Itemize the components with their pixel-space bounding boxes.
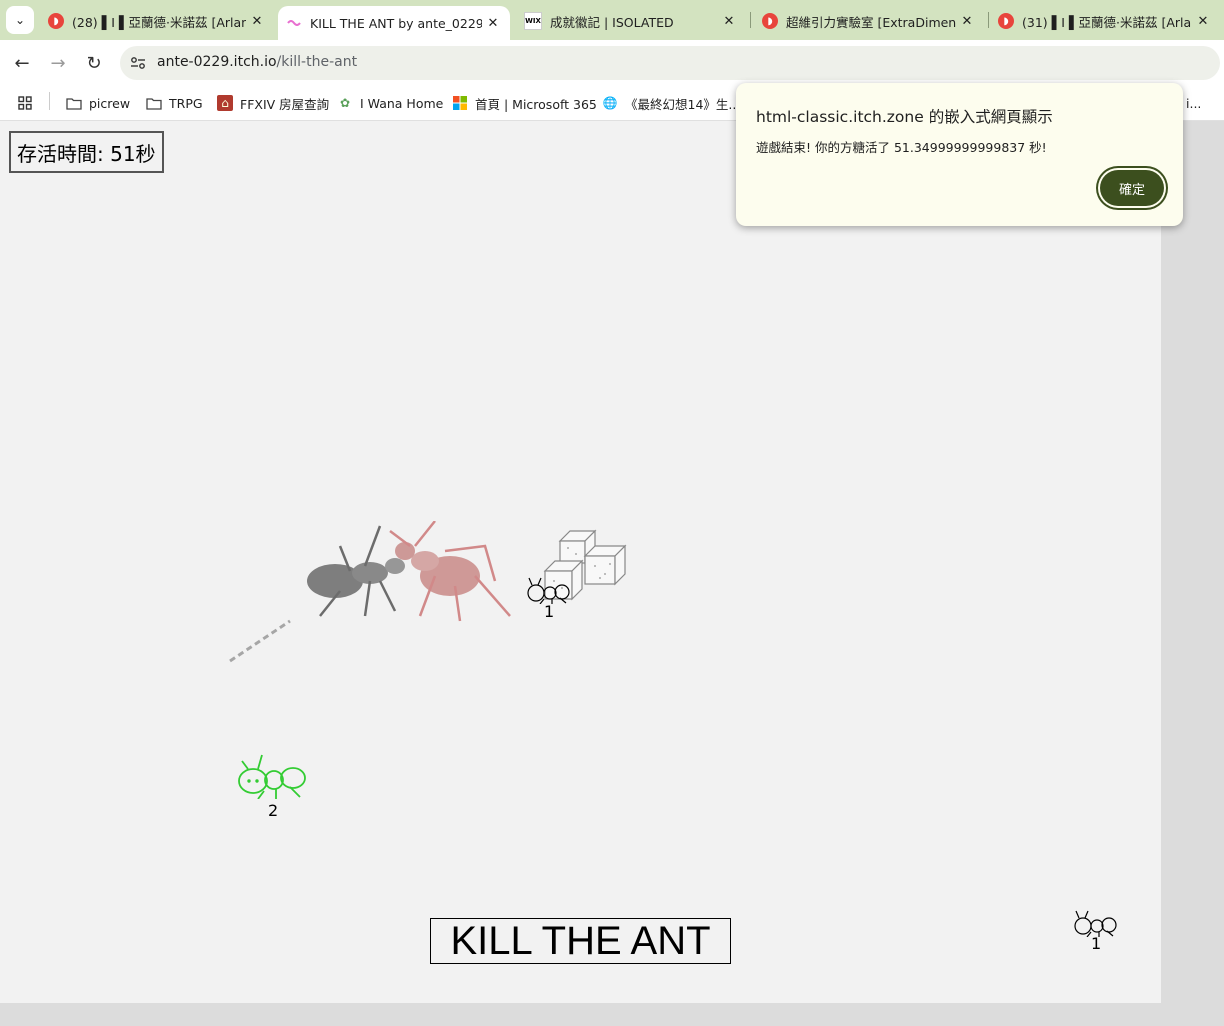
ant-hp-label: 1 [1091,934,1102,953]
apps-button[interactable] [17,92,40,114]
reload-button[interactable]: ↻ [79,48,109,78]
close-icon[interactable]: ✕ [718,14,740,29]
bookmark-label: i... [1186,95,1202,111]
bookmark-label: 首頁 | Microsoft 365 [475,96,597,112]
bookmark-label: FFXIV 房屋查詢 [240,96,330,112]
wix-favicon-icon: WIX [524,12,542,30]
green-ant-player-icon[interactable] [236,753,310,799]
ant-hp-label: 2 [268,801,279,820]
site-favicon-icon: ◗ [998,13,1014,29]
bookmark-overflow[interactable]: i... [1186,92,1201,114]
tab-search-button[interactable]: ⌄ [6,6,34,34]
dialog-title: html-classic.itch.zone 的嵌入式網頁顯示 [756,108,1053,126]
leaf-icon: ✿ [339,96,351,110]
bookmark-label: 《最終幻想14》生... [625,96,741,112]
folder-icon [66,95,82,111]
site-settings-icon[interactable] [128,53,148,73]
microsoft-logo-icon [452,95,468,111]
tab-separator [988,12,989,28]
itch-favicon-icon [286,15,302,31]
tab-3[interactable]: WIX 成就徽記 | ISOLATED ✕ [516,4,746,38]
reload-icon: ↻ [86,52,102,74]
globe-icon: 🌐 [602,96,618,110]
site-favicon-icon: ◗ [48,13,64,29]
forward-button[interactable]: → [43,48,73,78]
ok-button[interactable]: 確定 [1100,170,1164,206]
site-favicon-icon: ◗ [762,13,778,29]
alert-dialog: html-classic.itch.zone 的嵌入式網頁顯示 遊戲結束! 你的… [736,83,1183,226]
bookmark-label: I Wana Home [360,95,444,111]
ant-sketch-icon [1074,910,1117,937]
tab-1[interactable]: ◗ (28) ▌I ▌亞蘭德·米諾茲 [Arland ✕ [40,4,274,38]
ant-sketch-icon [527,577,570,604]
close-icon[interactable]: ✕ [956,14,978,29]
bookmark-label: TRPG [169,95,203,111]
big-ant-illustration [229,521,511,663]
arrow-right-icon: → [50,52,66,74]
bookmark-i-wana-home[interactable]: ✿ I Wana Home [337,92,443,114]
tab-title: 成就徽記 | ISOLATED [550,14,674,30]
tab-title: KILL THE ANT by ante_0229 [310,15,482,31]
game-title: KILL THE ANT [430,918,731,964]
url-host: ante-0229.itch.io [157,54,277,70]
bookmark-ffxiv[interactable]: 🌐 《最終幻想14》生... [602,92,741,114]
back-button[interactable]: ← [7,48,37,78]
browser-toolbar: ← → ↻ ante-0229.itch.io/kill-the-ant [0,40,1224,86]
apps-grid-icon [17,95,33,111]
close-icon[interactable]: ✕ [1192,14,1214,29]
tab-strip: ⌄ ◗ (28) ▌I ▌亞蘭德·米諾茲 [Arland ✕ KILL THE … [0,0,1224,40]
game-canvas[interactable]: 存活時間: 51秒 1 2 1 KILL THE ANT [0,121,1161,1003]
tab-title: (31) ▌I ▌亞蘭德·米諾茲 [Arland [1022,14,1192,30]
survival-timer: 存活時間: 51秒 [9,131,164,173]
ant-hp-label: 1 [544,602,555,621]
bookmarks-divider [49,92,50,110]
address-bar[interactable]: ante-0229.itch.io/kill-the-ant [120,46,1220,80]
dialog-message: 遊戲結束! 你的方糖活了 51.34999999999837 秒! [756,140,1047,155]
house-icon: ⌂ [217,95,233,111]
close-icon[interactable]: ✕ [482,16,504,31]
close-icon[interactable]: ✕ [246,14,268,29]
tab-title: (28) ▌I ▌亞蘭德·米諾茲 [Arland [72,14,246,30]
tab-2-active[interactable]: KILL THE ANT by ante_0229 ✕ [278,6,510,40]
tab-5[interactable]: ◗ (31) ▌I ▌亞蘭德·米諾茲 [Arland ✕ [990,4,1220,38]
bookmark-picrew[interactable]: picrew [66,92,130,114]
url-text: ante-0229.itch.io/kill-the-ant [157,54,357,70]
tab-separator [750,12,751,28]
bookmark-ffxiv-housing[interactable]: ⌂ FFXIV 房屋查詢 [217,92,329,114]
bookmark-trpg[interactable]: TRPG [146,92,203,114]
folder-icon [146,95,162,111]
bookmark-label: picrew [89,95,131,111]
bookmark-microsoft-365[interactable]: 首頁 | Microsoft 365 [452,92,597,114]
arrow-left-icon: ← [14,52,30,74]
tab-4[interactable]: ◗ 超維引力實驗室 [ExtraDimensi ✕ [754,4,984,38]
url-path: /kill-the-ant [276,54,358,70]
tab-title: 超維引力實驗室 [ExtraDimensi [786,14,956,30]
chevron-down-icon: ⌄ [14,13,26,27]
